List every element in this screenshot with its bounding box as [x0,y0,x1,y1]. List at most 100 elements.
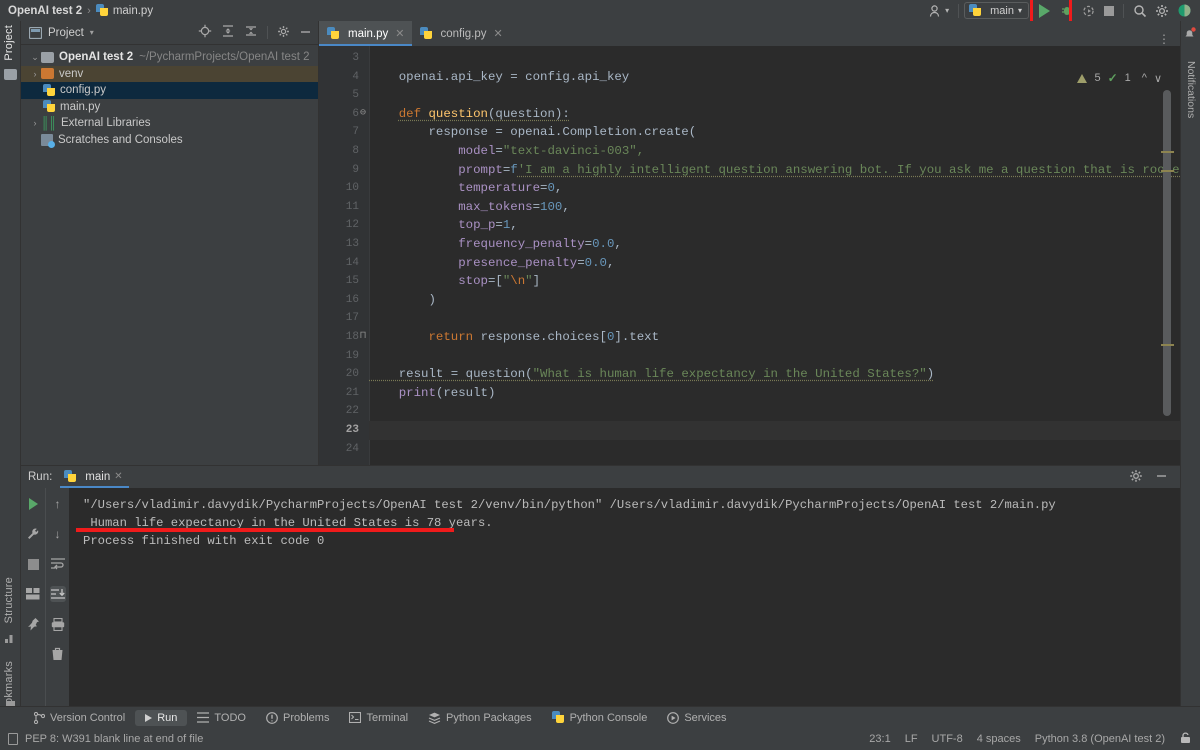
project-scope-chevron-icon[interactable]: ▾ [90,28,94,37]
code-fold-toggle[interactable]: ⊓ [360,328,366,347]
notifications-bell-icon[interactable] [1183,27,1196,43]
trash-icon[interactable] [50,646,66,662]
tree-node-venv[interactable]: › venv [21,65,318,82]
run-with-coverage-button[interactable] [1078,1,1100,20]
bottom-tab-label: Problems [282,711,330,724]
tree-node-scratches[interactable]: Scratches and Consoles [21,132,318,149]
run-configuration-selector[interactable]: main ▾ [964,2,1029,19]
line-number: 24 [345,442,359,455]
inspection-widget[interactable]: 5 ✓ 1 ^ ∨ [1077,71,1162,85]
status-indent[interactable]: 4 spaces [977,733,1021,745]
run-console-output[interactable]: "/Users/vladimir.davydik/PycharmProjects… [69,488,1180,715]
editor-marker-warning[interactable] [1161,151,1174,153]
scroll-to-end-icon[interactable] [49,586,66,602]
line-number: 9 [352,163,359,176]
current-line-highlight [369,421,1180,440]
stop-button[interactable] [1100,1,1118,20]
bottom-tab-python-console[interactable]: Python Console [542,709,658,726]
tree-node-project-root[interactable]: ⌄ OpenAI test 2 ~/PycharmProjects/OpenAI… [21,49,318,66]
next-highlight-icon[interactable]: ∨ [1154,72,1162,85]
scroll-down-icon[interactable]: ↓ [50,526,66,542]
status-interpreter[interactable]: Python 3.8 (OpenAI test 2) [1035,733,1165,745]
services-icon [667,711,680,724]
ai-assistant-button[interactable] [1173,1,1196,20]
previous-highlight-icon[interactable]: ^ [1142,72,1147,84]
panel-settings-icon[interactable] [277,25,290,41]
run-config-python-icon [969,4,982,17]
editor-tab-main-py[interactable]: main.py ✕ [319,21,412,46]
bottom-tab-run[interactable]: Run [135,709,188,726]
close-icon[interactable]: ✕ [114,471,122,482]
status-message: PEP 8: W391 blank line at end of file [25,733,204,745]
expand-all-icon[interactable] [221,24,235,41]
sidebar-tab-notifications[interactable]: Notifications [1185,61,1197,118]
tree-node-main-py[interactable]: main.py [21,99,318,116]
editor-marker-warning-2[interactable] [1161,170,1174,172]
chevron-down-icon[interactable]: ⌄ [29,52,41,63]
layout-icon[interactable] [25,586,41,602]
run-panel-settings-icon[interactable] [1129,469,1143,486]
bottom-tab-python-packages[interactable]: Python Packages [418,710,542,726]
bottom-tab-todo[interactable]: TODO [187,710,256,726]
scroll-up-icon[interactable]: ↑ [50,496,66,512]
wrench-icon[interactable] [25,526,41,542]
editor-tab-config-py[interactable]: config.py ✕ [412,21,510,46]
print-icon[interactable] [50,616,66,632]
code-line: response = openai.Completion.create( [369,123,696,142]
code-line: result = question("What is human life ex… [369,365,934,384]
code-editor[interactable]: 3 4 5 6 ⊖ 7 8 9 10 11 12 13 14 15 16 17 18 ⊓ 19 20 21 22 23 24 … [319,46,1180,465]
bottom-tab-version-control[interactable]: Version Control [24,710,135,726]
breadcrumb-file[interactable]: main.py [113,5,153,17]
hide-panel-icon[interactable] [299,25,312,41]
bottom-tab-terminal[interactable]: Terminal [339,710,418,726]
run-tab-main[interactable]: main ✕ [60,467,129,488]
code-token: max_tokens [458,199,533,214]
pycharm-window: OpenAI test 2 › main.py ▾ main ▾ Project… [0,0,1200,750]
pin-icon[interactable] [25,616,41,632]
editor-scrollbar[interactable] [1163,90,1171,416]
run-sidebar-col-a [21,488,45,715]
code-fold-toggle[interactable]: ⊖ [360,105,366,124]
close-icon[interactable]: ✕ [395,27,404,40]
status-caret-position[interactable]: 23:1 [869,733,890,745]
folder-icon[interactable] [4,69,17,83]
locate-file-icon[interactable] [198,24,212,41]
chevron-right-icon[interactable]: › [29,118,41,128]
run-panel-hide-icon[interactable] [1155,469,1168,485]
tree-node-external-libraries[interactable]: › ║║ External Libraries [21,115,318,132]
console-line: Process finished with exit code 0 [83,534,325,548]
chevron-right-icon[interactable]: › [29,69,41,79]
editor-marker-warning-3[interactable] [1161,344,1174,346]
collapse-all-icon[interactable] [244,24,258,41]
sidebar-tab-structure[interactable]: Structure [3,577,15,623]
python-file-icon [419,27,433,40]
stop-icon[interactable] [25,556,41,572]
bottom-tab-problems[interactable]: Problems [256,710,339,726]
rerun-icon[interactable] [25,496,41,512]
tree-node-config-py[interactable]: config.py [21,82,318,99]
breadcrumb-project[interactable]: OpenAI test 2 [8,5,82,17]
more-options-icon[interactable]: ⋮ [1158,32,1170,46]
run-button[interactable] [1030,0,1072,29]
settings-button[interactable] [1151,1,1173,20]
code-token: response = openai.Completion.create( [369,125,697,140]
close-icon[interactable]: ✕ [494,27,503,40]
code-token: 0.0 [584,255,607,270]
sidebar-tab-project[interactable]: Project [3,25,15,61]
python-file-icon [327,27,340,40]
editor-gutter[interactable]: 3 4 5 6 ⊖ 7 8 9 10 11 12 13 14 15 16 17 18 ⊓ 19 20 21 22 23 24 [319,46,369,465]
status-encoding[interactable]: UTF-8 [932,733,963,745]
lock-icon[interactable] [1179,731,1192,747]
search-everywhere-button[interactable] [1129,1,1151,20]
bottom-tab-services[interactable]: Services [657,710,736,726]
account-icon[interactable]: ▾ [925,1,953,20]
inspection-status-icon[interactable] [8,733,18,745]
project-window-icon [29,26,42,39]
debug-button[interactable] [1056,1,1078,20]
tree-node-label: External Libraries [61,117,151,130]
soft-wrap-icon[interactable] [50,556,66,572]
status-line-separator[interactable]: LF [905,733,918,745]
